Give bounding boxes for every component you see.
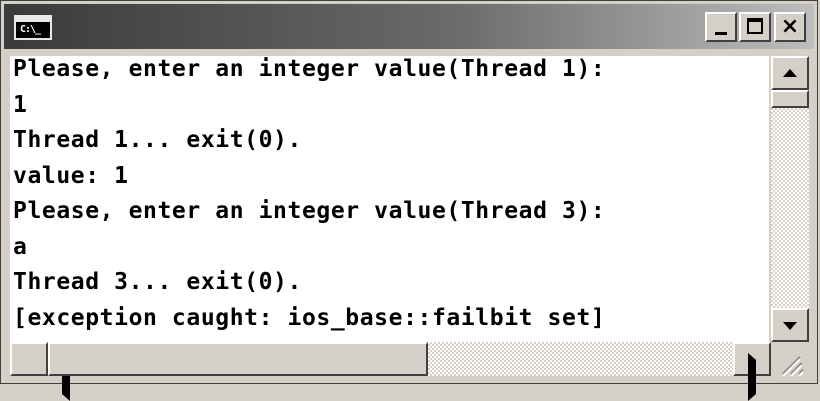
console-line: 1 (13, 91, 28, 118)
resize-grip-icon[interactable] (771, 342, 809, 377)
console-window: C:\_ × Please, enter an integer value(Th… (0, 0, 818, 401)
title-bar[interactable]: C:\_ × (4, 4, 814, 49)
console-icon-label: C:\_ (20, 24, 41, 35)
console-icon[interactable]: C:\_ (14, 15, 52, 40)
maximize-button[interactable] (739, 12, 771, 42)
arrow-up-icon (783, 69, 797, 77)
console-line: a (13, 233, 28, 260)
console-line: Please, enter an integer value(Thread 1)… (13, 56, 606, 82)
console-line: Please, enter an integer value(Thread 3)… (13, 198, 606, 224)
vertical-scrollbar[interactable] (771, 56, 809, 342)
vertical-scroll-thumb[interactable] (771, 90, 809, 108)
console-line: Thread 3... exit(0). (13, 269, 302, 295)
console-line: [exception caught: ios_base::failbit set… (13, 304, 606, 331)
console-line: Thread 1... exit(0). (13, 127, 302, 153)
console-output[interactable]: Please, enter an integer value(Thread 1)… (10, 56, 769, 342)
maximize-icon (747, 18, 763, 34)
close-button[interactable]: × (774, 12, 806, 42)
horizontal-scrollbar[interactable] (10, 342, 771, 401)
scroll-right-button[interactable] (733, 342, 771, 401)
minimize-icon (715, 32, 727, 35)
scroll-left-button[interactable] (10, 342, 70, 401)
close-icon: × (780, 14, 800, 39)
scroll-down-button[interactable] (771, 308, 809, 342)
horizontal-scroll-thumb[interactable] (48, 342, 428, 376)
console-line: value: 1 (13, 162, 129, 189)
minimize-button[interactable] (705, 12, 737, 42)
scroll-up-button[interactable] (771, 56, 809, 90)
arrow-down-icon (783, 322, 797, 330)
